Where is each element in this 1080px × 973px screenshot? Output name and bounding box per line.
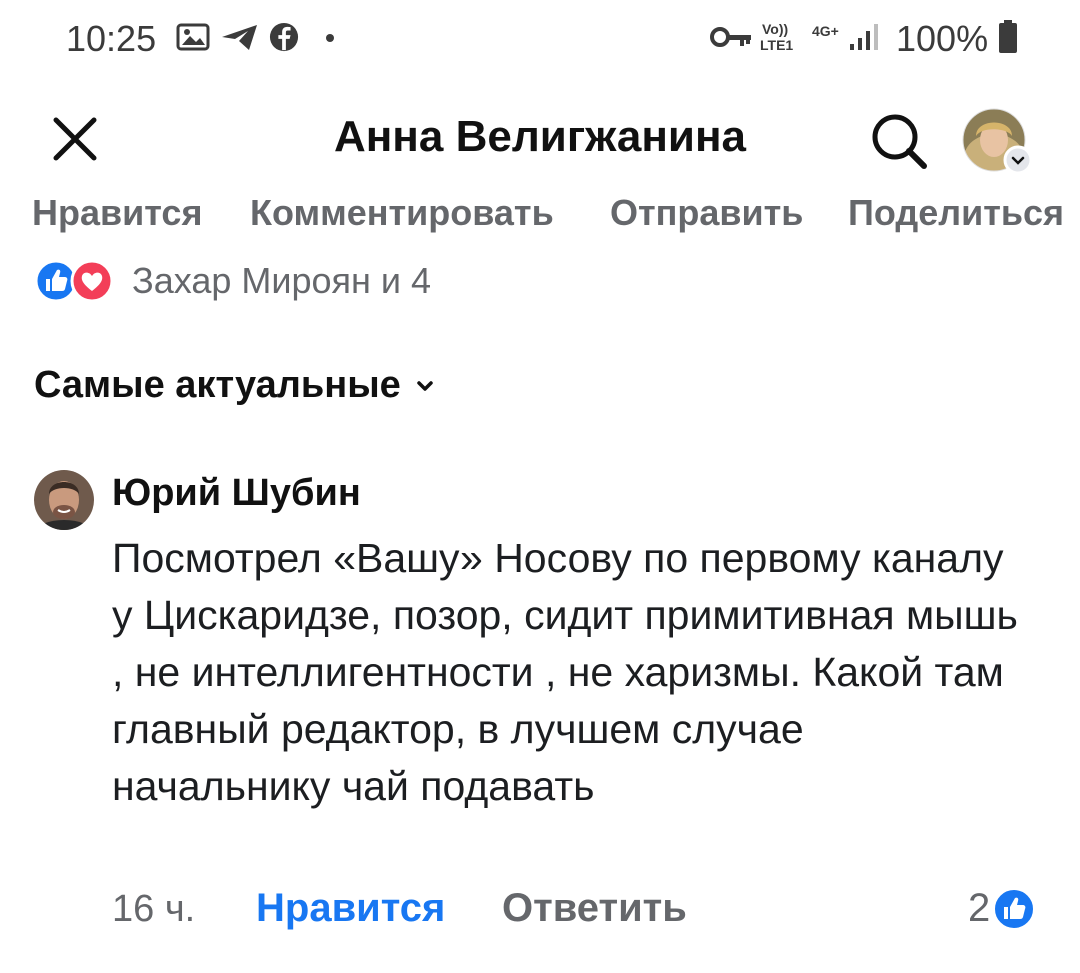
like-reaction-icon	[993, 887, 1036, 930]
comment-action-button[interactable]: Комментировать	[250, 192, 554, 234]
facebook-icon	[269, 22, 299, 52]
chevron-down-icon	[417, 380, 433, 391]
love-reaction-icon	[70, 259, 114, 303]
sort-dropdown[interactable]: Самые актуальные	[34, 364, 439, 407]
like-reaction-icon	[34, 259, 78, 303]
lte-label: LTE1	[760, 37, 794, 53]
status-time: 10:25	[66, 18, 157, 59]
sort-label: Самые актуальные	[34, 364, 401, 406]
search-icon[interactable]	[868, 110, 930, 172]
comment-author-avatar[interactable]	[34, 470, 94, 530]
comment-reply-button[interactable]: Ответить	[502, 886, 687, 931]
comment-text: Посмотрел «Вашу» Носову по первому канал…	[112, 535, 1018, 809]
avatar	[962, 108, 1033, 175]
battery-percent: 100%	[896, 18, 989, 59]
like-action-button[interactable]: Нравится	[32, 192, 202, 234]
notification-dot	[326, 34, 334, 42]
comment-reactions[interactable]: 2	[968, 886, 1036, 931]
key-icon	[710, 27, 751, 47]
avatar	[34, 470, 94, 530]
comment-like-button[interactable]: Нравится	[256, 886, 445, 931]
comment-timestamp[interactable]: 16 ч.	[112, 888, 195, 931]
battery-icon	[999, 20, 1017, 53]
image-icon	[176, 23, 210, 51]
comment-reaction-count: 2	[968, 886, 991, 930]
share-action-button[interactable]: Поделиться	[848, 192, 1064, 234]
reactions-summary[interactable]: Захар Мироян и 4	[34, 258, 431, 304]
send-action-button[interactable]: Отправить	[610, 192, 803, 234]
reaction-icons	[34, 259, 114, 303]
comment-author-name[interactable]: Юрий Шубин	[112, 472, 361, 515]
telegram-icon	[222, 25, 257, 50]
signal-icon	[850, 24, 878, 50]
reactions-text: Захар Мироян и 4	[132, 260, 432, 301]
volte-label: Vo))	[762, 21, 789, 37]
network-type: 4G+	[812, 23, 839, 39]
profile-avatar-button[interactable]	[962, 106, 1034, 178]
